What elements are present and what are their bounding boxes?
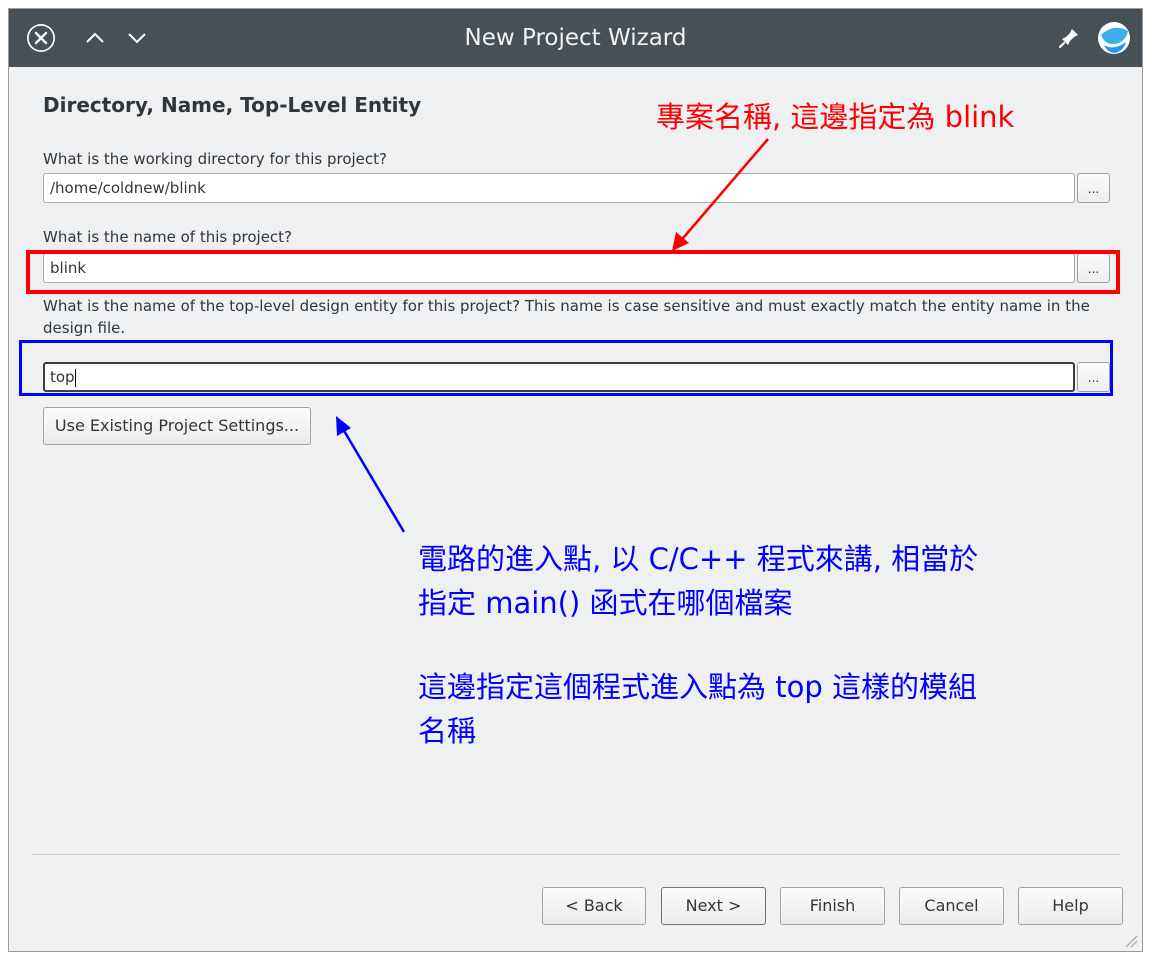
wizard-window: New Project Wizard Directory, Name, Top-… [8, 8, 1143, 952]
working-dir-label: What is the working directory for this p… [43, 150, 388, 168]
finish-button[interactable]: Finish [780, 887, 885, 925]
resize-grip-icon[interactable] [1124, 933, 1138, 948]
top-entity-label: What is the name of the top-level design… [43, 297, 1090, 337]
footer-separator [31, 854, 1120, 855]
window-title: New Project Wizard [464, 25, 687, 51]
red-annotation-text: 專案名稱, 這邊指定為 blink [656, 100, 1015, 134]
blue-annotation-line-4: 名稱 [418, 714, 477, 748]
blue-annotation-line-2: 指定 main() 函式在哪個檔案 [418, 586, 793, 620]
back-button[interactable]: < Back [542, 887, 646, 925]
wizard-page: Directory, Name, Top-Level Entity What i… [9, 67, 1142, 951]
next-button[interactable]: Next > [661, 887, 766, 925]
app-logo-icon [1095, 19, 1133, 57]
cancel-button[interactable]: Cancel [899, 887, 1004, 925]
blue-annotation-line-3: 這邊指定這個程式進入點為 top 這樣的模組 [418, 670, 977, 704]
project-name-label: What is the name of this project? [43, 228, 293, 246]
blue-annotation-line-1: 電路的進入點, 以 C/C++ 程式來講, 相當於 [418, 542, 979, 576]
working-dir-input[interactable]: /home/coldnew/blink [43, 173, 1075, 203]
use-existing-settings-button[interactable]: Use Existing Project Settings... [43, 407, 311, 445]
working-dir-browse-button[interactable]: ... [1077, 173, 1110, 203]
help-button[interactable]: Help [1018, 887, 1123, 925]
blue-highlight-box [19, 340, 1113, 396]
page-heading: Directory, Name, Top-Level Entity [43, 93, 422, 117]
red-highlight-box [26, 250, 1120, 294]
pin-icon[interactable] [1053, 22, 1085, 54]
title-bar: New Project Wizard [9, 9, 1142, 67]
